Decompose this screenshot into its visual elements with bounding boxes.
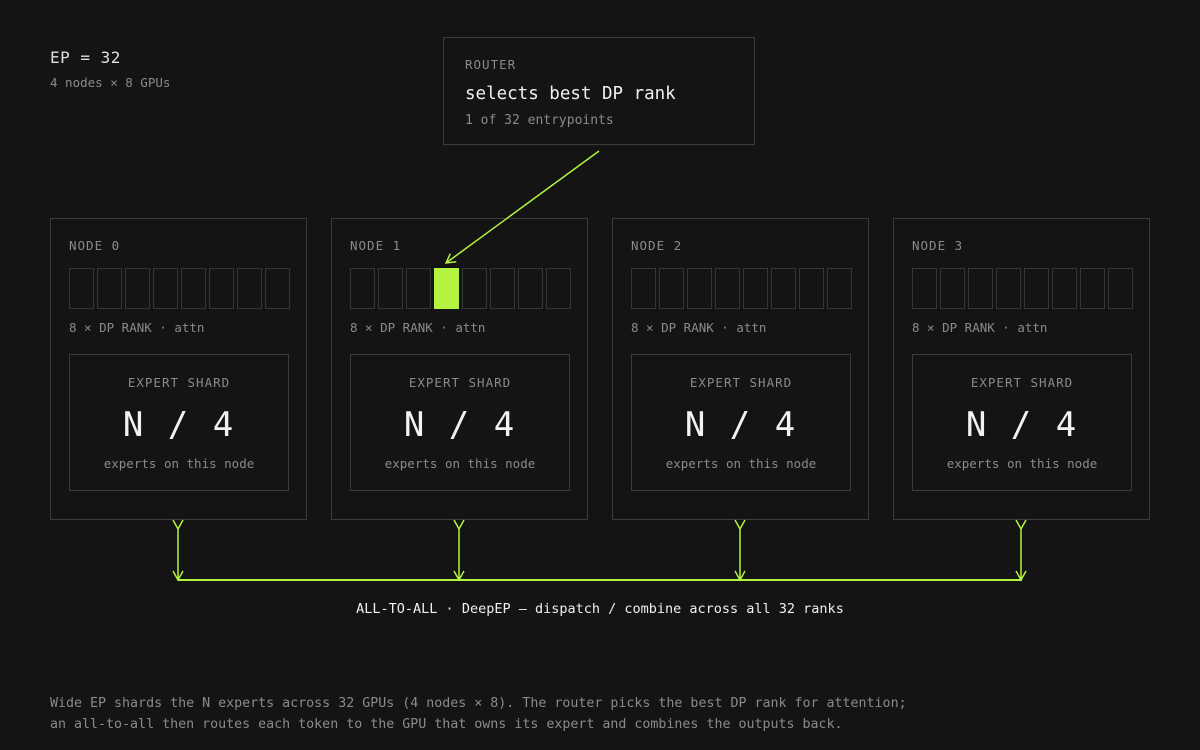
caption: Wide EP shards the N experts across 32 G…	[50, 693, 907, 735]
router-arrow	[444, 150, 600, 264]
all-to-all-label: ALL-TO-ALL · DeepEP — dispatch / combine…	[356, 601, 844, 617]
connection-wires	[172, 150, 1027, 582]
caption-line-1: Wide EP shards the N experts across 32 G…	[50, 696, 907, 711]
caption-line-2: an all-to-all then routes each token to …	[50, 717, 843, 732]
